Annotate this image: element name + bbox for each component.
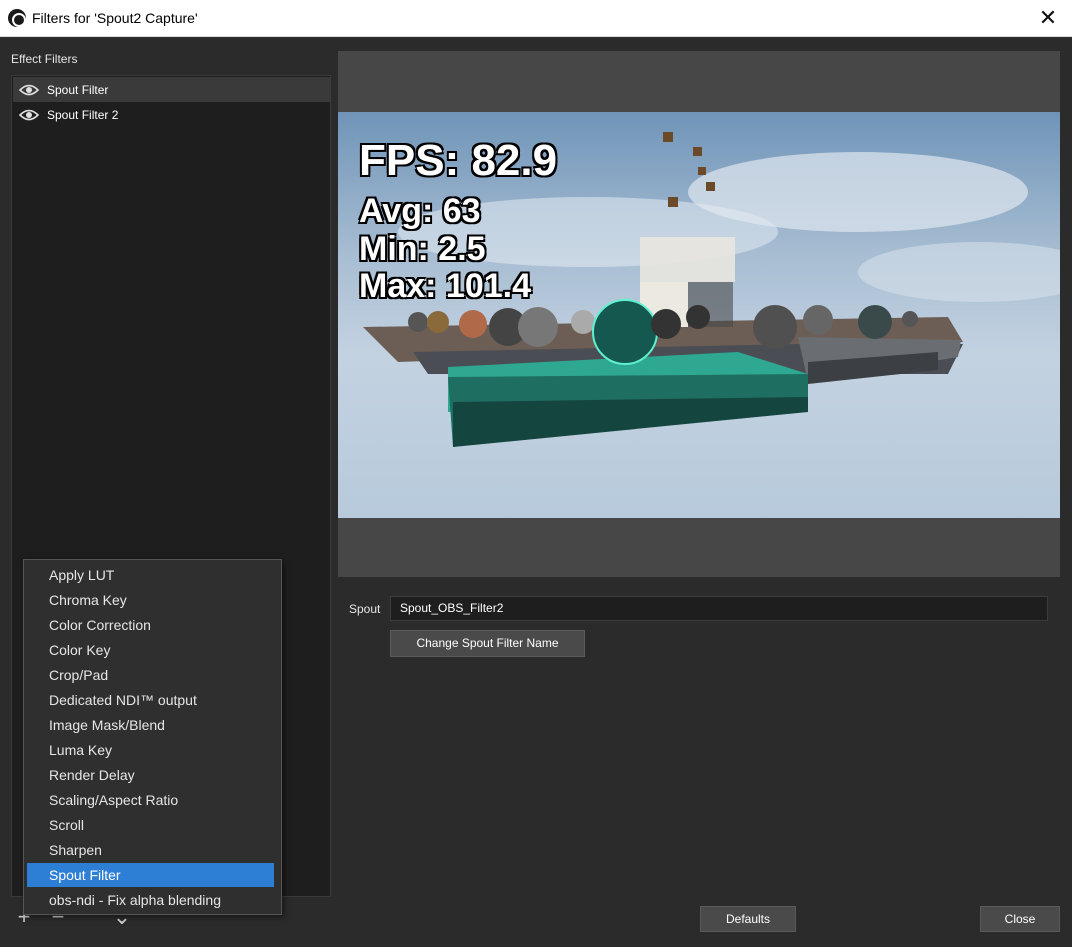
menu-item-luma-key[interactable]: Luma Key bbox=[27, 738, 274, 762]
menu-item-sharpen[interactable]: Sharpen bbox=[27, 838, 274, 862]
obs-app-icon bbox=[8, 9, 26, 27]
defaults-button[interactable]: Defaults bbox=[700, 906, 796, 932]
menu-item-crop-pad[interactable]: Crop/Pad bbox=[27, 663, 274, 687]
menu-item-scroll[interactable]: Scroll bbox=[27, 813, 274, 837]
menu-item-chroma-key[interactable]: Chroma Key bbox=[27, 588, 274, 612]
spout-label: Spout bbox=[349, 602, 381, 616]
filter-item-spout-filter-2[interactable]: Spout Filter 2 bbox=[13, 102, 330, 127]
eye-icon[interactable] bbox=[19, 84, 39, 96]
title-bar: Filters for 'Spout2 Capture' ✕ bbox=[0, 0, 1072, 37]
min-readout: Min: 2.5 bbox=[359, 230, 486, 268]
menu-item-dedicated-ndi-output[interactable]: Dedicated NDI™ output bbox=[27, 688, 274, 712]
change-spout-filter-name-button[interactable]: Change Spout Filter Name bbox=[390, 630, 585, 657]
filter-item-spout-filter[interactable]: Spout Filter bbox=[13, 77, 330, 102]
menu-item-scaling-aspect-ratio[interactable]: Scaling/Aspect Ratio bbox=[27, 788, 274, 812]
close-button[interactable]: Close bbox=[980, 906, 1060, 932]
effect-filters-label: Effect Filters bbox=[11, 52, 78, 66]
source-preview: FPS: 82.9 Avg: 63 Min: 2.5 Max: 101.4 bbox=[338, 51, 1060, 577]
menu-item-spout-filter[interactable]: Spout Filter bbox=[27, 863, 274, 887]
menu-item-color-correction[interactable]: Color Correction bbox=[27, 613, 274, 637]
menu-item-obs-ndi-fix-alpha-blending[interactable]: obs-ndi - Fix alpha blending bbox=[27, 888, 274, 912]
menu-item-apply-lut[interactable]: Apply LUT bbox=[27, 563, 274, 587]
menu-item-color-key[interactable]: Color Key bbox=[27, 638, 274, 662]
window-title: Filters for 'Spout2 Capture' bbox=[32, 10, 198, 26]
menu-item-render-delay[interactable]: Render Delay bbox=[27, 763, 274, 787]
filter-item-label: Spout Filter 2 bbox=[47, 107, 119, 122]
eye-icon[interactable] bbox=[19, 109, 39, 121]
window-close-icon[interactable]: ✕ bbox=[1036, 5, 1060, 31]
preview-image: FPS: 82.9 Avg: 63 Min: 2.5 Max: 101.4 bbox=[338, 112, 1060, 518]
fps-readout: FPS: 82.9 bbox=[359, 136, 558, 185]
avg-readout: Avg: 63 bbox=[359, 192, 481, 230]
max-readout: Max: 101.4 bbox=[359, 267, 531, 305]
spout-name-field[interactable]: Spout_OBS_Filter2 bbox=[390, 596, 1048, 621]
add-filter-menu[interactable]: Apply LUT Chroma Key Color Correction Co… bbox=[23, 559, 282, 915]
filter-item-label: Spout Filter bbox=[47, 82, 109, 97]
menu-item-image-mask-blend[interactable]: Image Mask/Blend bbox=[27, 713, 274, 737]
